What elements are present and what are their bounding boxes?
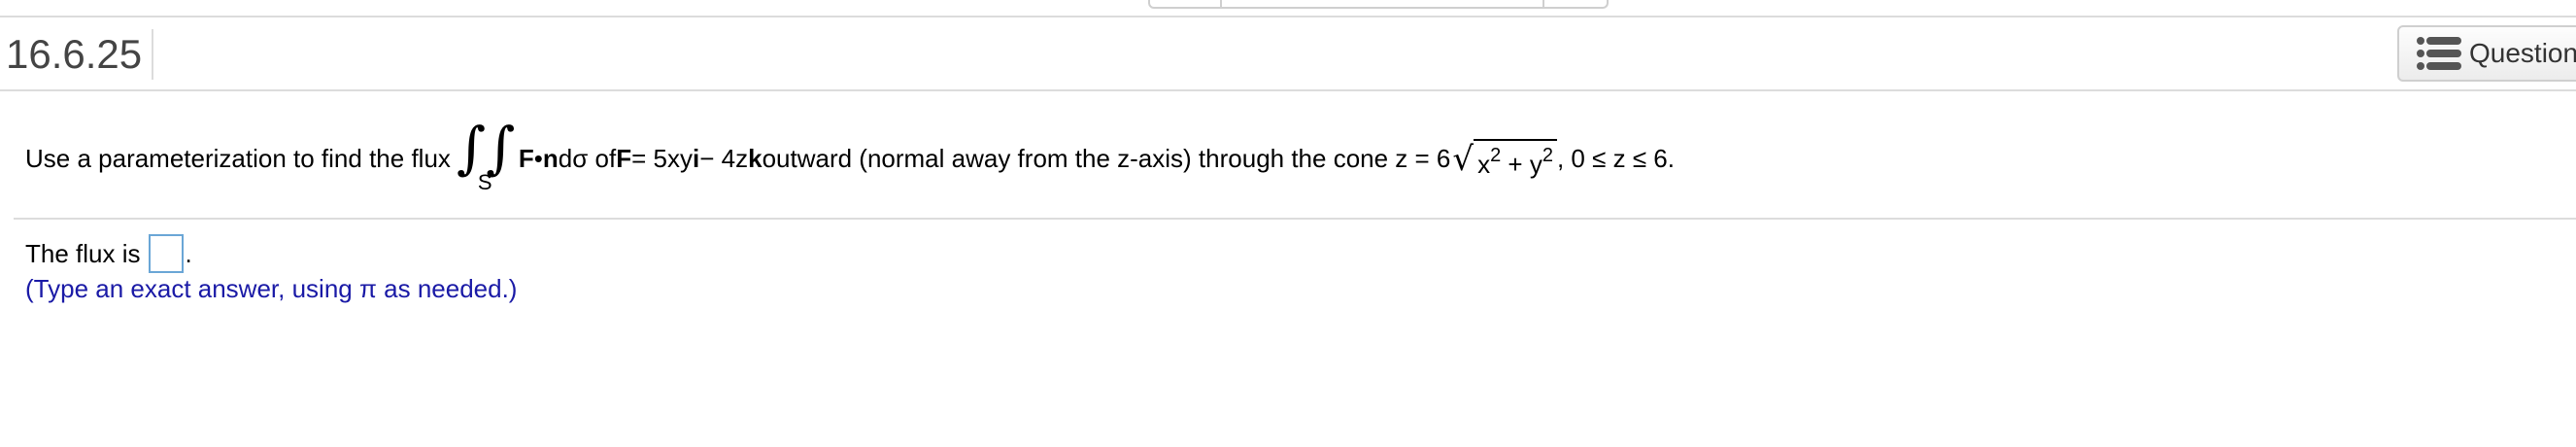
integral-subscript: S xyxy=(477,170,492,194)
answer-hint: (Type an exact answer, using π as needed… xyxy=(25,274,518,303)
dot-operator: • xyxy=(533,144,543,173)
unit-k: k xyxy=(748,144,763,173)
problem-prefix: Use a parameterization to find the flux xyxy=(25,144,451,173)
section-divider xyxy=(14,218,2576,220)
answer-prefix: The flux is xyxy=(25,239,141,268)
exponent-2: 2 xyxy=(1542,144,1553,166)
question-button-label: Question xyxy=(2469,38,2576,68)
question-menu-button[interactable]: Question xyxy=(2397,25,2576,82)
exponent-1: 2 xyxy=(1490,144,1502,166)
problem-statement: Use a parameterization to find the flux … xyxy=(25,115,1675,194)
surface-integral: ∫∫ S xyxy=(457,115,515,197)
answer-input[interactable] xyxy=(148,234,184,273)
question-number: 16.6.25 xyxy=(6,29,154,80)
field-eq: = 5xy xyxy=(631,144,693,173)
square-root-expression: √ x2 + y2 xyxy=(1452,138,1557,179)
vector-F-2: F xyxy=(616,144,632,173)
vector-n: n xyxy=(542,144,559,173)
d-sigma-text: dσ of xyxy=(558,144,617,173)
field-minus: − 4z xyxy=(699,144,749,173)
radicand-x: x xyxy=(1477,149,1491,179)
problem-suffix: outward (normal away from the z-axis) th… xyxy=(762,144,1451,173)
answer-line: The flux is . xyxy=(25,233,192,274)
radicand-plus-y: + y xyxy=(1501,149,1542,179)
list-icon xyxy=(2417,37,2461,70)
vector-F: F xyxy=(518,144,534,173)
top-tab-stub xyxy=(1148,0,1609,9)
unit-i: i xyxy=(692,144,700,173)
radical-sign: √ xyxy=(1452,139,1474,179)
answer-suffix: . xyxy=(185,239,192,268)
radicand: x2 + y2 xyxy=(1474,138,1557,179)
problem-tail: , 0 ≤ z ≤ 6. xyxy=(1556,144,1675,173)
question-header: 16.6.25 Question xyxy=(0,17,2576,91)
